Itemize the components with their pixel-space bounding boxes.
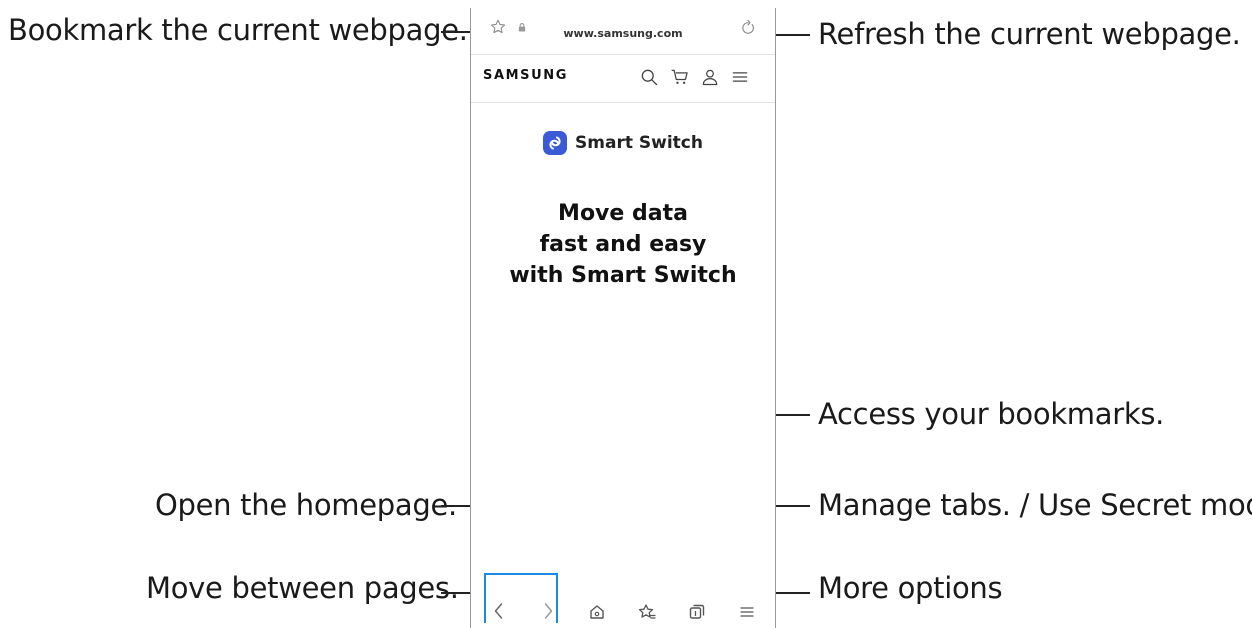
headline-line-1: Move data xyxy=(558,201,688,226)
page-headline: Move data fast and easy with Smart Switc… xyxy=(471,198,775,291)
headline-line-3: with Smart Switch xyxy=(509,263,737,288)
refresh-icon[interactable] xyxy=(739,19,757,37)
header-divider xyxy=(471,102,775,103)
account-icon[interactable] xyxy=(700,66,720,88)
callout-move-between-pages: Move between pages. xyxy=(146,571,459,605)
smart-switch-icon xyxy=(543,131,568,155)
headline-line-2: fast and easy xyxy=(539,232,707,257)
url-text: www.samsung.com xyxy=(563,26,683,40)
callout-more-options: More options xyxy=(818,571,1003,605)
callout-bookmark-current: Bookmark the current webpage. xyxy=(8,13,468,47)
cart-icon[interactable] xyxy=(670,66,690,88)
home-icon[interactable] xyxy=(587,602,607,622)
samsung-logo[interactable]: SAMSUNG xyxy=(483,68,568,83)
search-icon[interactable] xyxy=(639,66,659,88)
bookmarks-icon[interactable] xyxy=(637,602,657,622)
callout-open-homepage: Open the homepage. xyxy=(155,488,457,522)
brand-banner: Smart Switch xyxy=(471,128,775,158)
tabs-icon[interactable] xyxy=(687,602,707,622)
site-header: SAMSUNG xyxy=(471,54,775,102)
more-options-icon[interactable] xyxy=(737,602,757,622)
callout-access-bookmarks: Access your bookmarks. xyxy=(818,397,1165,431)
menu-icon[interactable] xyxy=(730,66,750,88)
callout-manage-tabs: Manage tabs. / Use Secret mode. xyxy=(818,488,1252,522)
back-forward-highlight xyxy=(484,573,558,623)
brand-name: Smart Switch xyxy=(575,133,703,153)
address-bar[interactable]: www.samsung.com xyxy=(471,16,775,50)
callout-refresh-current: Refresh the current webpage. xyxy=(818,17,1241,51)
browser-window: www.samsung.com SAMSUNG Smart Switch Mov… xyxy=(470,8,776,628)
